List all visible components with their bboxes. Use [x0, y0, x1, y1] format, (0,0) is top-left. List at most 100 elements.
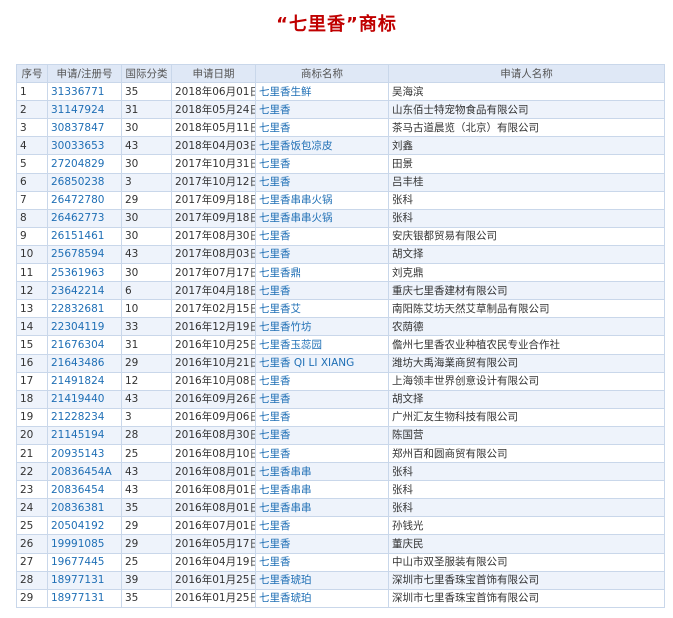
cell-date: 2017年08月03日: [171, 244, 256, 265]
cell-reg-number[interactable]: 21491824: [47, 371, 122, 391]
cell-applicant: 安庆银都贸易有限公司: [388, 226, 665, 246]
cell-index: 7: [16, 190, 48, 210]
cell-trademark-name[interactable]: 七里香琥珀: [255, 570, 389, 590]
cell-index: 27: [16, 552, 48, 572]
cell-trademark-name[interactable]: 七里香饭包凉皮: [255, 136, 389, 156]
cell-reg-number[interactable]: 31336771: [47, 82, 122, 102]
cell-reg-number[interactable]: 22304119: [47, 317, 122, 337]
cell-index: 17: [16, 371, 48, 391]
cell-reg-number[interactable]: 20836381: [47, 498, 122, 518]
cell-index: 14: [16, 317, 48, 337]
cell-trademark-name[interactable]: 七里香: [255, 226, 389, 246]
cell-trademark-name[interactable]: 七里香: [255, 389, 389, 409]
cell-trademark-name[interactable]: 七里香: [255, 118, 389, 138]
cell-trademark-name[interactable]: 七里香串串: [255, 498, 389, 518]
cell-applicant: 张科: [388, 190, 665, 210]
header-reg-number: 申请/注册号: [47, 63, 122, 84]
cell-date: 2017年02月15日: [171, 299, 256, 319]
cell-applicant: 郑州百和圆商贸有限公司: [388, 443, 665, 464]
cell-reg-number[interactable]: 30033653: [47, 136, 122, 156]
cell-applicant: 深圳市七里香珠宝首饰有限公司: [388, 570, 665, 590]
cell-index: 20: [16, 425, 48, 445]
cell-trademark-name[interactable]: 七里香串串火锅: [255, 190, 389, 210]
cell-reg-number[interactable]: 19677445: [47, 552, 122, 572]
cell-reg-number[interactable]: 20935143: [47, 443, 122, 464]
cell-class: 30: [121, 118, 172, 138]
cell-reg-number[interactable]: 23642214: [47, 281, 122, 301]
cell-reg-number[interactable]: 26462773: [47, 208, 122, 228]
cell-index: 9: [16, 226, 48, 246]
page-title: “七里香”商标: [276, 14, 397, 35]
cell-trademark-name[interactable]: 七里香: [255, 552, 389, 572]
cell-trademark-name[interactable]: 七里香琥珀: [255, 588, 389, 608]
cell-reg-number[interactable]: 18977131: [47, 588, 122, 608]
cell-trademark-name[interactable]: 七里香鼎: [255, 263, 389, 283]
cell-trademark-name[interactable]: 七里香: [255, 534, 389, 554]
cell-trademark-name[interactable]: 七里香: [255, 371, 389, 391]
cell-reg-number[interactable]: 25361963: [47, 263, 122, 283]
cell-applicant: 陈国营: [388, 425, 665, 445]
cell-trademark-name[interactable]: 七里香: [255, 154, 389, 174]
cell-date: 2016年08月01日: [171, 480, 256, 500]
cell-class: 28: [121, 425, 172, 445]
table-row: 1 31336771 35 2018年06月01日 七里香生鲜 吴海滨: [16, 82, 665, 102]
cell-class: 29: [121, 190, 172, 210]
table-row: 18 21419440 43 2016年09月26日 七里香 胡文择: [16, 389, 665, 409]
cell-reg-number[interactable]: 21228234: [47, 407, 122, 427]
cell-trademark-name[interactable]: 七里香: [255, 281, 389, 301]
cell-index: 28: [16, 570, 48, 590]
cell-trademark-name[interactable]: 七里香串串火锅: [255, 208, 389, 228]
cell-date: 2017年09月18日: [171, 190, 256, 210]
cell-trademark-name[interactable]: 七里香艾: [255, 299, 389, 319]
table-row: 24 20836381 35 2016年08月01日 七里香串串 张科: [16, 498, 665, 518]
cell-index: 22: [16, 462, 48, 482]
cell-reg-number[interactable]: 21676304: [47, 335, 122, 355]
cell-applicant: 吴海滨: [388, 82, 665, 102]
cell-reg-number[interactable]: 21643486: [47, 353, 122, 373]
cell-reg-number[interactable]: 20836454: [47, 480, 122, 500]
cell-date: 2017年07月17日: [171, 263, 256, 283]
cell-reg-number[interactable]: 21145194: [47, 425, 122, 445]
cell-trademark-name[interactable]: 七里香: [255, 172, 389, 192]
cell-reg-number[interactable]: 20504192: [47, 516, 122, 536]
cell-reg-number[interactable]: 27204829: [47, 154, 122, 174]
cell-trademark-name[interactable]: 七里香玉蕊园: [255, 335, 389, 355]
cell-reg-number[interactable]: 26151461: [47, 226, 122, 246]
cell-trademark-name[interactable]: 七里香: [255, 244, 389, 265]
cell-reg-number[interactable]: 25678594: [47, 244, 122, 265]
table-row: 25 20504192 29 2016年07月01日 七里香 孙钱光: [16, 516, 665, 536]
cell-reg-number[interactable]: 21419440: [47, 389, 122, 409]
cell-reg-number[interactable]: 26472780: [47, 190, 122, 210]
cell-trademark-name[interactable]: 七里香竹坊: [255, 317, 389, 337]
cell-applicant: 胡文择: [388, 244, 665, 265]
cell-trademark-name[interactable]: 七里香: [255, 443, 389, 464]
cell-trademark-name[interactable]: 七里香: [255, 100, 389, 120]
cell-trademark-name[interactable]: 七里香: [255, 407, 389, 427]
cell-trademark-name[interactable]: 七里香串串: [255, 462, 389, 482]
cell-index: 6: [16, 172, 48, 192]
cell-reg-number[interactable]: 22832681: [47, 299, 122, 319]
cell-applicant: 潍坊大禹海業商贸有限公司: [388, 353, 665, 373]
cell-applicant: 儋州七里香农业种植农民专业合作社: [388, 335, 665, 355]
table-row: 11 25361963 30 2017年07月17日 七里香鼎 刘克鼎: [16, 263, 665, 283]
cell-reg-number[interactable]: 26850238: [47, 172, 122, 192]
header-applicant: 申请人名称: [388, 63, 665, 84]
cell-trademark-name[interactable]: 七里香: [255, 516, 389, 536]
cell-trademark-name[interactable]: 七里香 QI LI XIANG: [255, 353, 389, 373]
cell-index: 23: [16, 480, 48, 500]
cell-trademark-name[interactable]: 七里香串串: [255, 480, 389, 500]
cell-trademark-name[interactable]: 七里香: [255, 425, 389, 445]
cell-reg-number[interactable]: 31147924: [47, 100, 122, 120]
table-row: 14 22304119 33 2016年12月19日 七里香竹坊 农荫德: [16, 317, 665, 337]
cell-index: 10: [16, 244, 48, 265]
cell-trademark-name[interactable]: 七里香生鲜: [255, 82, 389, 102]
cell-class: 29: [121, 516, 172, 536]
cell-date: 2017年08月30日: [171, 226, 256, 246]
table-body: 1 31336771 35 2018年06月01日 七里香生鲜 吴海滨 2 31147924 3…: [16, 82, 665, 608]
cell-reg-number[interactable]: 30837847: [47, 118, 122, 138]
cell-class: 25: [121, 443, 172, 464]
cell-reg-number[interactable]: 19991085: [47, 534, 122, 554]
cell-reg-number[interactable]: 20836454A: [47, 462, 122, 482]
cell-class: 30: [121, 263, 172, 283]
cell-reg-number[interactable]: 18977131: [47, 570, 122, 590]
